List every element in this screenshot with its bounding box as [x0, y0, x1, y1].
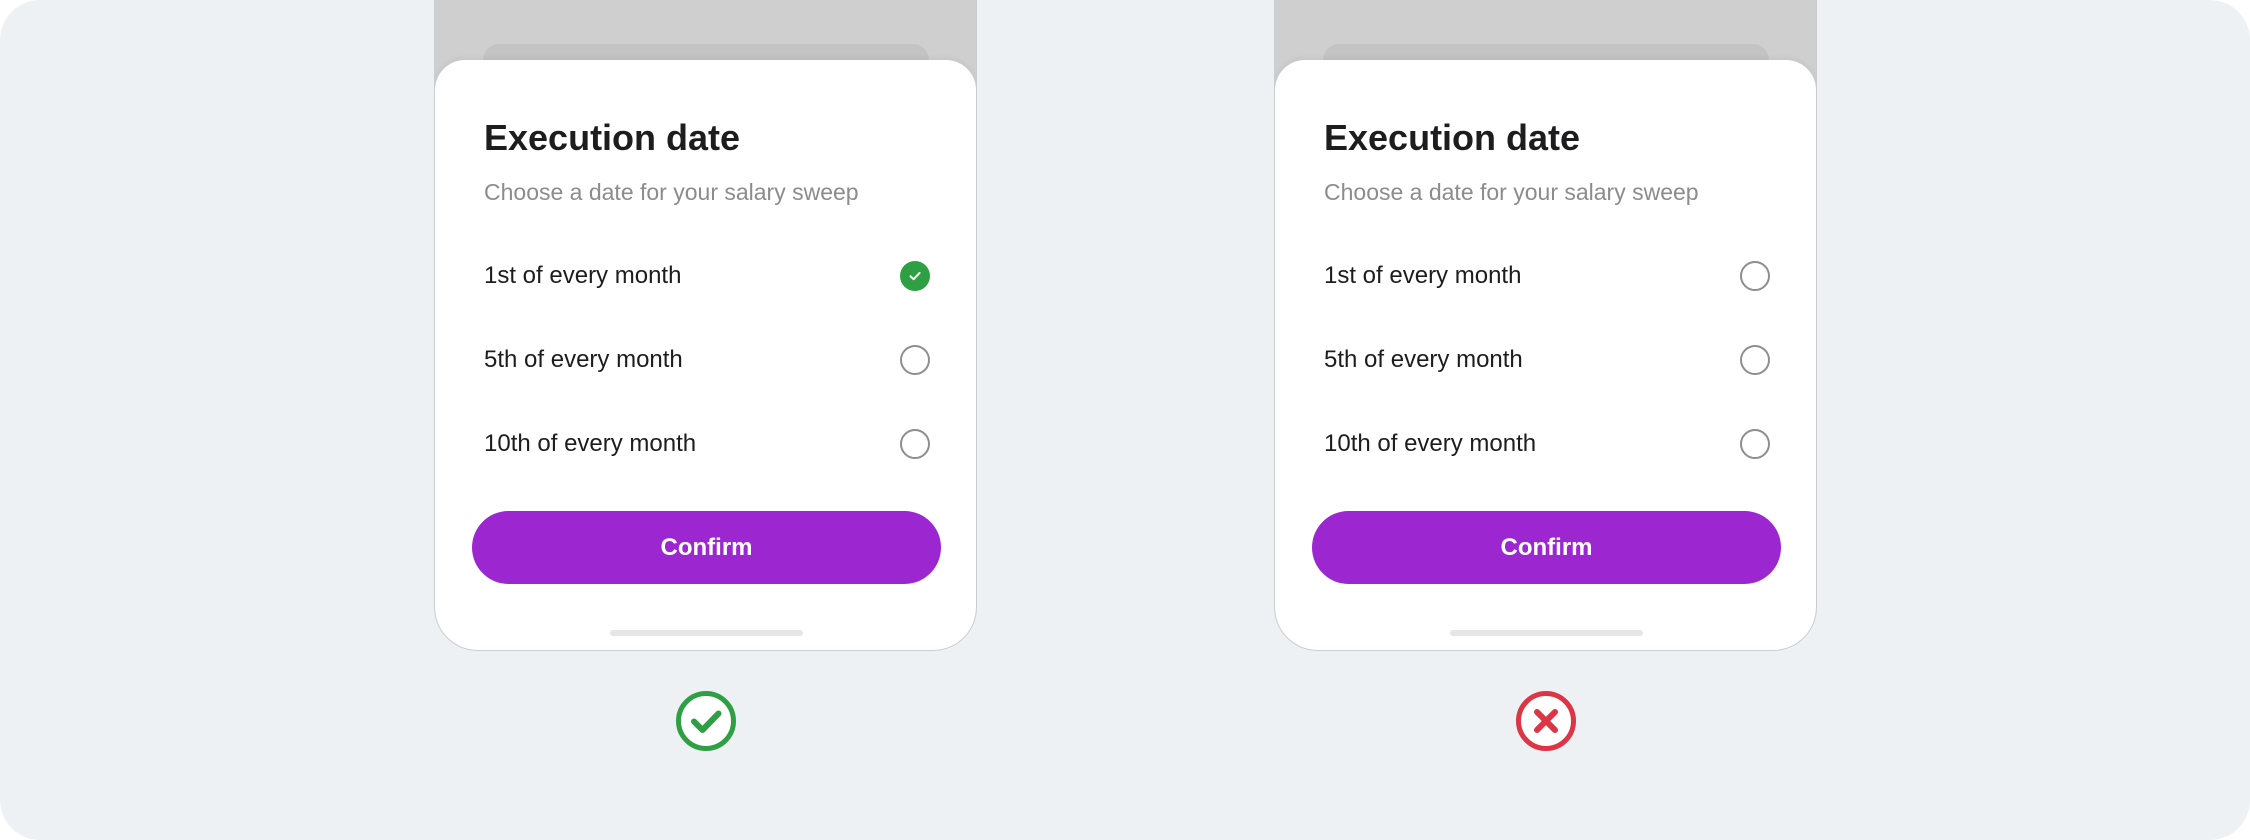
option-5th[interactable]: 5th of every month	[484, 336, 930, 384]
bottom-sheet: Execution date Choose a date for your sa…	[435, 60, 976, 650]
option-5th[interactable]: 5th of every month	[1324, 336, 1770, 384]
comparison-canvas: Execution date Choose a date for your sa…	[0, 0, 2250, 840]
option-label: 10th of every month	[1324, 430, 1537, 457]
home-indicator	[1450, 630, 1643, 636]
radio-unchecked-icon[interactable]	[900, 429, 930, 459]
bottom-sheet: Execution date Choose a date for your sa…	[1275, 60, 1816, 650]
x-circle-icon	[1516, 691, 1576, 751]
radio-unchecked-icon[interactable]	[1740, 345, 1770, 375]
example-incorrect: Execution date Choose a date for your sa…	[1274, 0, 1817, 840]
option-label: 5th of every month	[484, 346, 683, 373]
option-1st[interactable]: 1st of every month	[484, 252, 930, 300]
option-10th[interactable]: 10th of every month	[1324, 420, 1770, 468]
option-10th[interactable]: 10th of every month	[484, 420, 930, 468]
example-correct: Execution date Choose a date for your sa…	[434, 0, 977, 840]
option-label: 10th of every month	[484, 430, 697, 457]
phone-mockup: Execution date Choose a date for your sa…	[434, 0, 977, 651]
confirm-button[interactable]: Confirm	[472, 511, 941, 584]
radio-unchecked-icon[interactable]	[900, 345, 930, 375]
sheet-subtitle: Choose a date for your salary sweep	[1324, 179, 1699, 205]
check-circle-icon	[676, 691, 736, 751]
option-label: 5th of every month	[1324, 346, 1523, 373]
radio-unchecked-icon[interactable]	[1740, 261, 1770, 291]
radio-unchecked-icon[interactable]	[1740, 429, 1770, 459]
home-indicator	[610, 630, 803, 636]
radio-checked-icon[interactable]	[900, 261, 930, 291]
phone-mockup: Execution date Choose a date for your sa…	[1274, 0, 1817, 651]
sheet-subtitle: Choose a date for your salary sweep	[484, 179, 859, 205]
sheet-title: Execution date	[484, 117, 741, 158]
option-label: 1st of every month	[1324, 262, 1522, 289]
option-1st[interactable]: 1st of every month	[1324, 252, 1770, 300]
sheet-title: Execution date	[1324, 117, 1581, 158]
option-label: 1st of every month	[484, 262, 682, 289]
confirm-button[interactable]: Confirm	[1312, 511, 1781, 584]
